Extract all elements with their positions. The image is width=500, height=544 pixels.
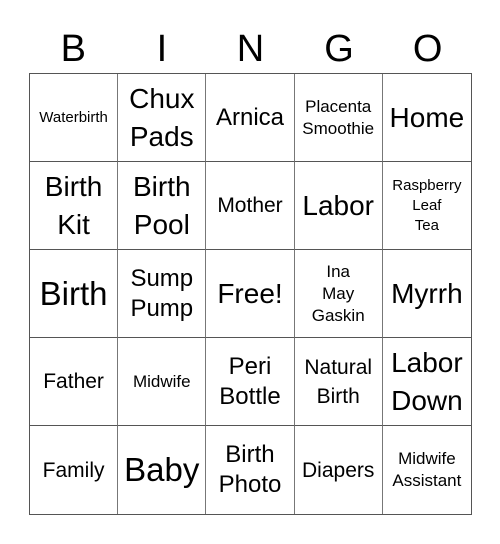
header-letter-i: I [156, 28, 168, 70]
bingo-cell[interactable]: Labor Down [382, 338, 471, 426]
bingo-board: Waterbirth Chux Pads Arnica Placenta Smo… [29, 73, 472, 515]
header-letter-o: O [412, 28, 443, 70]
bingo-cell[interactable]: Midwife Assistant [383, 426, 471, 514]
bingo-cell[interactable]: Chux Pads [118, 74, 207, 162]
header-letter-b: B [60, 28, 86, 70]
bingo-cell[interactable]: Birth Pool [118, 162, 207, 250]
bingo-cell[interactable]: Ina May Gaskin [294, 250, 383, 338]
bingo-cell[interactable]: Raspberry Leaf Tea [382, 162, 471, 250]
bingo-cell[interactable]: Baby [118, 426, 207, 514]
bingo-cell[interactable]: Family [30, 426, 119, 514]
bingo-cell[interactable]: Labor [294, 162, 383, 250]
bingo-cell[interactable]: Midwife [118, 338, 207, 426]
bingo-cell[interactable]: Arnica [206, 74, 295, 162]
bingo-cell[interactable]: Placenta Smoothie [294, 74, 383, 162]
bingo-cell[interactable]: Mother [206, 162, 295, 250]
bingo-cell[interactable]: Father [30, 338, 119, 426]
bingo-cell[interactable]: Natural Birth [294, 338, 383, 426]
bingo-cell[interactable]: Waterbirth [30, 74, 119, 162]
bingo-cell[interactable]: Home [382, 74, 471, 162]
bingo-cell[interactable]: Diapers [295, 426, 383, 514]
bingo-cell[interactable]: Sump Pump [118, 250, 207, 338]
header-letter-g: G [324, 28, 354, 70]
bingo-cell[interactable]: Peri Bottle [206, 338, 295, 426]
bingo-cell[interactable]: Myrrh [382, 250, 471, 338]
bingo-cell[interactable]: Birth [30, 250, 119, 338]
bingo-cell[interactable]: Birth Photo [206, 426, 295, 514]
bingo-cell[interactable]: Birth Kit [30, 162, 119, 250]
free-space[interactable]: Free! [206, 250, 295, 338]
header-letter-n: N [236, 28, 265, 70]
bingo-header: B I N G O [29, 26, 472, 72]
